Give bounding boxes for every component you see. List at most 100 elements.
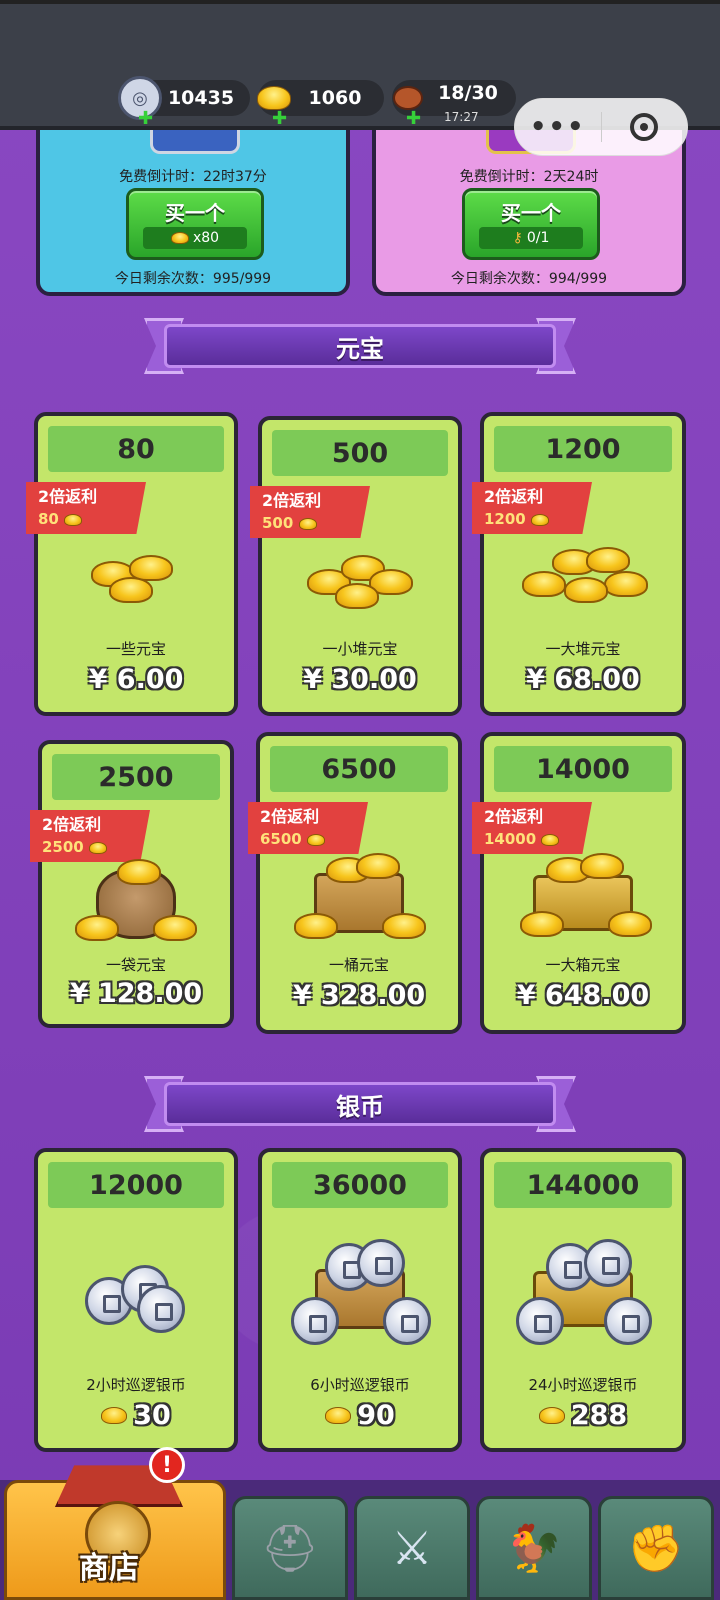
section-banner-silver: 银币 xyxy=(144,1076,576,1132)
product-price: ¥ 6.00 xyxy=(88,664,184,695)
close-miniprogram-button[interactable] xyxy=(602,113,688,141)
gold-ingot-icon xyxy=(541,833,560,846)
ingot-product-card[interactable]: 6500 2倍返利 6500 一桶元宝 ¥ 328.00 xyxy=(248,732,462,1034)
stamina-timer: 17:27 xyxy=(444,110,479,124)
daily-remaining: 今日剩余次数：994/999 xyxy=(450,271,608,287)
product-cost-value: 90 xyxy=(357,1400,395,1431)
product-cost: 90 xyxy=(262,1400,458,1431)
ingot-product-card[interactable]: 2500 2倍返利 2500 一袋元宝 ¥ 128.00 xyxy=(30,740,234,1028)
notification-badge: ! xyxy=(149,1447,185,1483)
gold-amount: 1060 xyxy=(308,87,362,109)
chest-free-timer: 免费倒计时：2天24时 xyxy=(459,169,599,185)
product-name: 一桶元宝 xyxy=(328,956,389,974)
gold-ingot-icon xyxy=(298,517,317,530)
rooster-icon: 🐓 xyxy=(505,1520,563,1575)
tab-heroes[interactable]: ⛑ xyxy=(232,1496,348,1600)
buy-cost-value: x80 xyxy=(192,230,220,246)
gold-ingot-icon xyxy=(538,1407,565,1424)
buy-cost: ⚷ 0/1 xyxy=(479,227,583,249)
ingot-bag-image xyxy=(75,854,197,944)
tab-pets[interactable]: 🐓 xyxy=(476,1496,592,1600)
product-amount: 36000 xyxy=(272,1162,448,1208)
product-amount: 1200 xyxy=(494,426,672,472)
buy-cost: x80 xyxy=(143,227,247,249)
product-price: ¥ 648.00 xyxy=(516,980,650,1011)
bonus-label: 2倍返利 xyxy=(484,487,544,506)
bottom-navigation: ! 商店 ⛑ ⚔ 🐓 ✊ xyxy=(0,1447,720,1600)
bonus-label: 2倍返利 xyxy=(262,491,322,510)
key-icon: ⚷ xyxy=(512,230,523,246)
buy-cost-value: 0/1 xyxy=(526,230,550,246)
ingot-product-card[interactable]: 500 2倍返利 500 一小堆元宝 ¥ 30.00 xyxy=(250,416,462,716)
product-name: 一些元宝 xyxy=(105,640,166,658)
gold-ingot-icon xyxy=(306,833,325,846)
target-icon xyxy=(630,113,659,141)
product-name: 一大箱元宝 xyxy=(545,956,621,974)
tab-shop[interactable]: ! 商店 xyxy=(4,1447,226,1600)
miniprogram-capsule: ••• xyxy=(514,98,688,156)
product-amount: 14000 xyxy=(494,746,672,792)
ingot-pile-image xyxy=(522,526,648,616)
product-amount: 500 xyxy=(272,430,448,476)
more-menu-icon[interactable]: ••• xyxy=(515,112,601,142)
product-name: 一大堆元宝 xyxy=(545,640,621,658)
ingot-product-card[interactable]: 80 2倍返利 80 一些元宝 ¥ 6.00 xyxy=(26,412,238,716)
buy-one-button[interactable]: 买一个 ⚷ 0/1 xyxy=(462,188,600,260)
bonus-value: 500 xyxy=(262,514,294,532)
gold-ingot-icon xyxy=(530,513,549,526)
product-price: ¥ 30.00 xyxy=(303,664,417,695)
ingot-product-card[interactable]: 14000 2倍返利 14000 一大箱元宝 ¥ 648.00 xyxy=(472,732,686,1034)
bonus-value: 80 xyxy=(38,510,59,528)
ingot-bucket-image xyxy=(294,846,426,939)
ingot-product-card[interactable]: 1200 2倍返利 1200 一大堆元宝 ¥ 68.00 xyxy=(472,412,686,716)
product-name: 24小时巡逻银币 xyxy=(528,1376,638,1394)
tab-upgrade[interactable]: ✊ xyxy=(598,1496,714,1600)
ingot-chest-image xyxy=(520,846,652,937)
product-cost: 288 xyxy=(484,1400,682,1431)
silver-bucket-image xyxy=(291,1239,431,1345)
product-amount: 144000 xyxy=(494,1162,672,1208)
silver-amount: 10435 xyxy=(167,87,235,109)
section-banner-ingot: 元宝 xyxy=(144,318,576,374)
gold-ingot-icon xyxy=(170,232,189,244)
add-gold-icon[interactable]: ✚ xyxy=(272,108,287,129)
bonus-label: 2倍返利 xyxy=(38,487,98,506)
bonus-value: 6500 xyxy=(260,830,302,848)
product-cost-value: 288 xyxy=(570,1400,628,1431)
stamina-amount: 18/30 xyxy=(438,82,498,104)
product-price: ¥ 128.00 xyxy=(69,978,203,1009)
buy-button-label: 买一个 xyxy=(165,201,225,225)
chest-free-timer: 免费倒计时：22时37分 xyxy=(119,169,267,185)
add-stamina-icon[interactable]: ✚ xyxy=(406,108,421,129)
fist-icon: ✊ xyxy=(627,1520,685,1575)
stamina-resource[interactable]: ✚ 18/30 17:27 xyxy=(392,80,516,129)
product-name: 一袋元宝 xyxy=(105,956,166,974)
product-name: 6小时巡逻银币 xyxy=(310,1376,410,1394)
bonus-label: 2倍返利 xyxy=(260,807,320,826)
silver-product-card[interactable]: 144000 24小时巡逻银币 288 xyxy=(480,1148,686,1452)
gold-ingot-icon xyxy=(325,1407,352,1424)
gold-ingot-icon xyxy=(64,513,83,526)
silver-product-card[interactable]: 36000 6小时巡逻银币 90 xyxy=(258,1148,462,1452)
crossed-swords-icon: ⚔ xyxy=(391,1521,433,1575)
add-silver-icon[interactable]: ✚ xyxy=(138,108,153,129)
section-title: 银币 xyxy=(336,1092,384,1121)
ingot-pile-image xyxy=(300,530,420,620)
helmet-icon: ⛑ xyxy=(260,1520,320,1575)
product-name: 2小时巡逻银币 xyxy=(86,1376,186,1394)
silver-product-card[interactable]: 12000 2小时巡逻银币 30 xyxy=(34,1148,238,1452)
product-amount: 12000 xyxy=(48,1162,224,1208)
bonus-label: 2倍返利 xyxy=(484,807,544,826)
buy-one-button[interactable]: 买一个 x80 xyxy=(126,188,264,260)
product-name: 一小堆元宝 xyxy=(322,640,398,658)
bonus-value: 1200 xyxy=(484,510,526,528)
product-amount: 80 xyxy=(48,426,224,472)
tab-battle[interactable]: ⚔ xyxy=(354,1496,470,1600)
product-price: ¥ 328.00 xyxy=(292,980,426,1011)
silver-resource[interactable]: ◎ ✚ 10435 xyxy=(118,76,250,129)
product-cost: 30 xyxy=(38,1400,234,1431)
silver-chest-image xyxy=(516,1239,652,1345)
gold-resource[interactable]: ✚ 1060 xyxy=(257,80,384,129)
bonus-label: 2倍返利 xyxy=(42,815,102,834)
product-amount: 2500 xyxy=(52,754,220,800)
